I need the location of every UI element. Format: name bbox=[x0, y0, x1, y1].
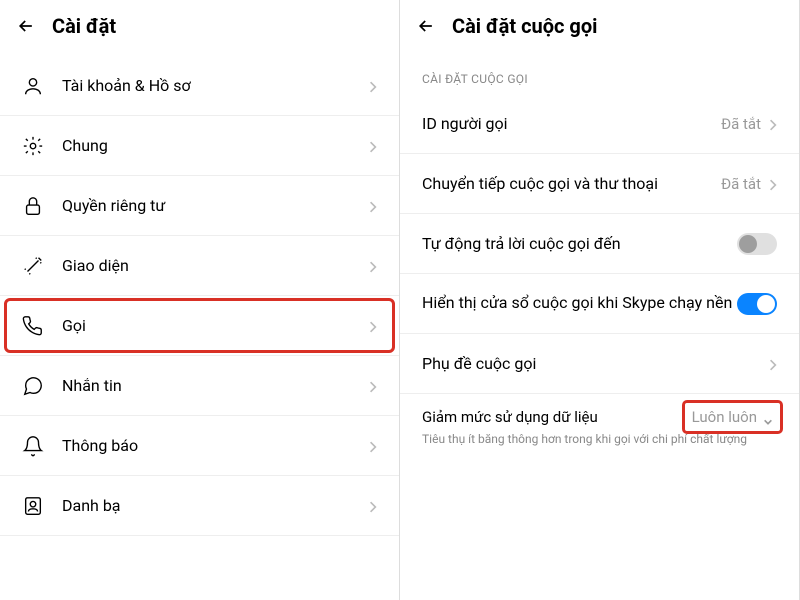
label: Quyền riêng tư bbox=[62, 196, 369, 215]
chevron-right-icon bbox=[369, 379, 377, 393]
label: Danh bạ bbox=[62, 496, 369, 515]
call-settings-panel: Cài đặt cuộc gọi CÀI ĐẶT CUỘC GỌI ID ngư… bbox=[400, 0, 800, 600]
contacts-icon bbox=[22, 495, 44, 517]
bell-icon bbox=[22, 435, 44, 457]
label: Giảm mức sử dụng dữ liệu bbox=[422, 408, 688, 426]
settings-list: Tài khoản & Hồ sơ Chung Quyền riêng tư G… bbox=[0, 56, 399, 600]
label: Thông báo bbox=[62, 436, 369, 455]
wand-icon bbox=[22, 255, 44, 277]
settings-item-appearance[interactable]: Giao diện bbox=[0, 236, 399, 296]
header: Cài đặt bbox=[0, 0, 399, 56]
header: Cài đặt cuộc gọi bbox=[400, 0, 799, 56]
settings-item-contacts[interactable]: Danh bạ bbox=[0, 476, 399, 536]
section-header: CÀI ĐẶT CUỘC GỌI bbox=[400, 56, 799, 94]
value: Đã tắt bbox=[721, 175, 761, 193]
chevron-right-icon bbox=[769, 177, 777, 191]
settings-item-general[interactable]: Chung bbox=[0, 116, 399, 176]
settings-item-calling[interactable]: Gọi bbox=[0, 296, 399, 356]
chevron-down-icon bbox=[763, 412, 773, 422]
chevron-right-icon bbox=[769, 117, 777, 131]
phone-icon bbox=[22, 315, 44, 337]
data-usage-row[interactable]: Giảm mức sử dụng dữ liệu Luôn luôn Tiêu … bbox=[400, 394, 799, 464]
description: Tiêu thụ ít băng thông hơn trong khi gọi… bbox=[422, 432, 747, 448]
auto-answer-toggle[interactable] bbox=[737, 233, 777, 255]
show-call-window-row: Hiển thị cửa sổ cuộc gọi khi Skype chạy … bbox=[400, 274, 799, 334]
value: Luôn luôn bbox=[692, 408, 757, 426]
chevron-right-icon bbox=[369, 439, 377, 453]
label: Nhắn tin bbox=[62, 376, 369, 395]
caller-id-row[interactable]: ID người gọi Đã tắt bbox=[400, 94, 799, 154]
label: Hiển thị cửa sổ cuộc gọi khi Skype chạy … bbox=[422, 293, 737, 314]
settings-item-account[interactable]: Tài khoản & Hồ sơ bbox=[0, 56, 399, 116]
chevron-right-icon bbox=[369, 259, 377, 273]
lock-icon bbox=[22, 195, 44, 217]
label: Giao diện bbox=[62, 256, 369, 275]
label: Phụ đề cuộc gọi bbox=[422, 354, 769, 373]
label: Chung bbox=[62, 136, 369, 155]
gear-icon bbox=[22, 135, 44, 157]
chevron-right-icon bbox=[769, 357, 777, 371]
back-button[interactable] bbox=[416, 16, 436, 36]
show-window-toggle[interactable] bbox=[737, 293, 777, 315]
call-forwarding-row[interactable]: Chuyển tiếp cuộc gọi và thư thoại Đã tắt bbox=[400, 154, 799, 214]
user-icon bbox=[22, 75, 44, 97]
settings-item-notifications[interactable]: Thông báo bbox=[0, 416, 399, 476]
label: Tự động trả lời cuộc gọi đến bbox=[422, 234, 737, 253]
chevron-right-icon bbox=[369, 139, 377, 153]
label: ID người gọi bbox=[422, 114, 721, 133]
settings-panel: Cài đặt Tài khoản & Hồ sơ Chung Quyền ri… bbox=[0, 0, 400, 600]
chevron-right-icon bbox=[369, 319, 377, 333]
chevron-right-icon bbox=[369, 79, 377, 93]
label: Gọi bbox=[62, 316, 369, 335]
label: Chuyển tiếp cuộc gọi và thư thoại bbox=[422, 174, 721, 193]
page-title: Cài đặt bbox=[52, 14, 116, 38]
call-subtitles-row[interactable]: Phụ đề cuộc gọi bbox=[400, 334, 799, 394]
chat-icon bbox=[22, 375, 44, 397]
chevron-right-icon bbox=[369, 499, 377, 513]
call-settings-list: ID người gọi Đã tắt Chuyển tiếp cuộc gọi… bbox=[400, 94, 799, 600]
chevron-right-icon bbox=[369, 199, 377, 213]
value: Đã tắt bbox=[721, 115, 761, 133]
back-button[interactable] bbox=[16, 16, 36, 36]
settings-item-messaging[interactable]: Nhắn tin bbox=[0, 356, 399, 416]
settings-item-privacy[interactable]: Quyền riêng tư bbox=[0, 176, 399, 236]
auto-answer-row: Tự động trả lời cuộc gọi đến bbox=[400, 214, 799, 274]
label: Tài khoản & Hồ sơ bbox=[62, 76, 369, 95]
page-title: Cài đặt cuộc gọi bbox=[452, 14, 597, 38]
